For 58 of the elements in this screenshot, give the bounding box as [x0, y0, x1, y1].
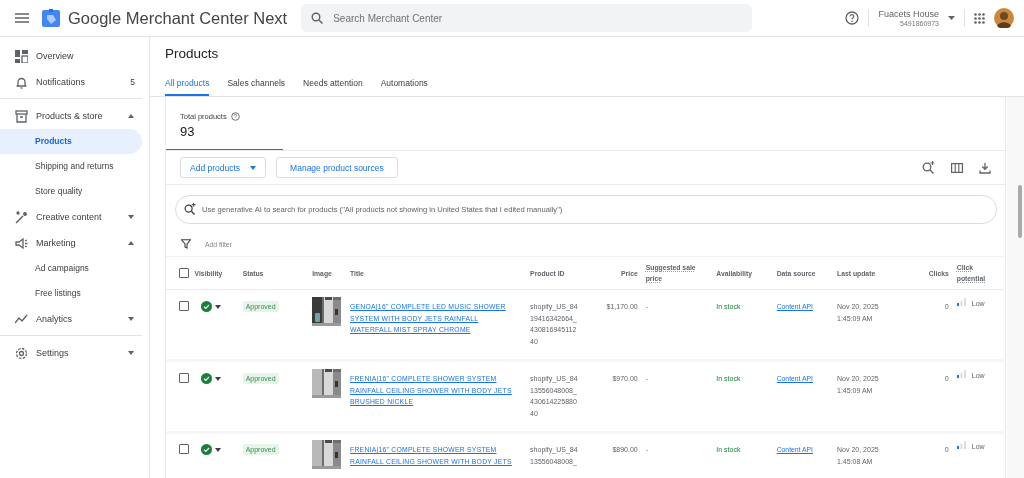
dashboard-icon	[15, 49, 28, 63]
signal-bars-icon	[956, 298, 966, 306]
check-circle-icon[interactable]	[200, 373, 212, 384]
account-name[interactable]: Fuacets House	[878, 9, 939, 19]
check-circle-icon[interactable]	[200, 444, 212, 455]
nav-subitem[interactable]: Store quality	[0, 179, 142, 204]
tab[interactable]: All products	[165, 78, 210, 96]
add-products-button[interactable]: Add products	[180, 157, 267, 178]
nav-subitem[interactable]: Ad campaigns	[0, 256, 142, 281]
caret-icon[interactable]	[214, 447, 221, 452]
help-icon[interactable]	[230, 112, 240, 121]
tab[interactable]: Sales channels	[227, 78, 286, 96]
signal-bars-icon	[956, 441, 966, 449]
search-field[interactable]: Search Merchant Center	[301, 4, 753, 32]
megaphone-icon	[15, 236, 28, 250]
tab[interactable]: Needs attention	[303, 78, 363, 96]
page-title: Products	[165, 46, 220, 63]
signal-bars-icon	[956, 370, 966, 378]
caret-icon	[250, 165, 257, 170]
search-sparkle-icon	[184, 203, 196, 215]
search-sparkle-icon[interactable]	[922, 161, 935, 174]
scrollbar[interactable]	[1007, 97, 1024, 478]
menu-icon[interactable]	[15, 13, 29, 23]
row-checkbox[interactable]	[179, 444, 189, 454]
filter-icon[interactable]	[181, 239, 191, 249]
nav-item[interactable]: Settings	[0, 340, 149, 366]
app-title: Google Merchant Center Next	[68, 8, 288, 28]
nav-item[interactable]: Overview	[0, 43, 149, 69]
nav-subitem[interactable]: Products	[0, 129, 142, 154]
nav-item[interactable]: Notifications 5	[0, 69, 149, 95]
caret-icon[interactable]	[214, 376, 221, 381]
archive-box-icon	[15, 109, 28, 123]
total-products-count: 93	[180, 124, 196, 139]
nav-item[interactable]: Analytics	[0, 306, 149, 332]
tab[interactable]: Automations	[380, 78, 428, 96]
bell-icon	[15, 75, 28, 89]
row-checkbox[interactable]	[179, 373, 189, 383]
select-all-checkbox[interactable]	[179, 268, 189, 278]
manage-sources-button[interactable]: Manage product sources	[276, 157, 398, 178]
caret-icon[interactable]	[948, 16, 955, 20]
settings-icon	[15, 346, 28, 360]
help-icon[interactable]	[845, 11, 860, 25]
apps-grid-icon[interactable]	[974, 12, 985, 24]
avatar[interactable]	[994, 8, 1014, 28]
columns-icon[interactable]	[951, 162, 963, 173]
nav-subitem[interactable]: Shipping and returns	[0, 154, 142, 179]
line-chart-icon	[15, 312, 28, 326]
tag-logo-icon	[42, 9, 60, 27]
nav-item[interactable]: Products & store	[0, 103, 149, 129]
download-icon[interactable]	[979, 161, 991, 174]
nav-subitem[interactable]: Free listings	[0, 281, 142, 306]
search-icon	[311, 12, 324, 24]
nav-item[interactable]: Marketing	[0, 230, 149, 256]
row-checkbox[interactable]	[179, 301, 189, 311]
nav-item[interactable]: Creative content	[0, 204, 149, 230]
check-circle-icon[interactable]	[200, 301, 212, 312]
magic-wand-icon	[15, 210, 28, 224]
caret-icon[interactable]	[214, 304, 221, 309]
